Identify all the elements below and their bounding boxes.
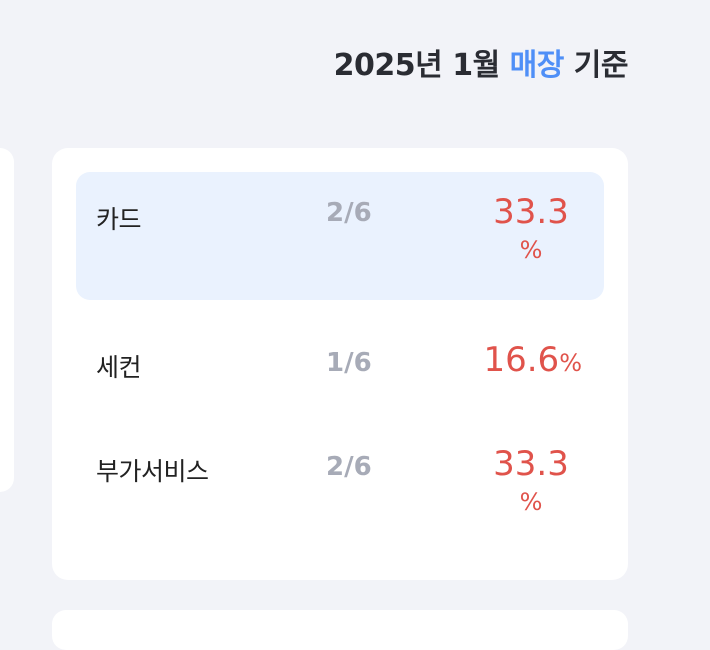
list-item-card[interactable]: 카드 2/6 33.3 % [76,172,604,300]
row-label: 카드 [96,205,142,234]
row-label: 세컨 [96,353,142,382]
title-date: 2025년 1월 [333,48,501,83]
page-title: 2025년 1월 매장 기준 [333,40,629,84]
bottom-card-partial [52,610,628,650]
percent-unit: % [559,349,582,377]
left-card-partial [0,148,14,492]
percent-value: 33.3 [493,444,569,484]
row-percent: 33.3 % [486,192,576,265]
row-percent: 33.3 % [486,444,576,517]
title-suffix: 기준 [573,48,629,83]
percent-value: 16.6 [483,340,560,380]
list-item-addon[interactable]: 부가서비스 2/6 33.3 % [76,432,604,552]
title-store-accent: 매장 [509,48,565,83]
row-ratio: 2/6 [326,198,372,228]
row-ratio: 1/6 [326,348,372,378]
percent-unit: % [519,236,543,265]
percent-unit: % [519,488,543,517]
category-ratio-card: 카드 2/6 33.3 % 세컨 1/6 16.6% 부가서비스 2/6 33.… [52,148,628,580]
row-label: 부가서비스 [96,457,209,486]
row-ratio: 2/6 [326,452,372,482]
percent-value: 33.3 [493,192,569,232]
row-percent: 16.6% [442,340,582,380]
list-item-second[interactable]: 세컨 1/6 16.6% [76,328,604,404]
